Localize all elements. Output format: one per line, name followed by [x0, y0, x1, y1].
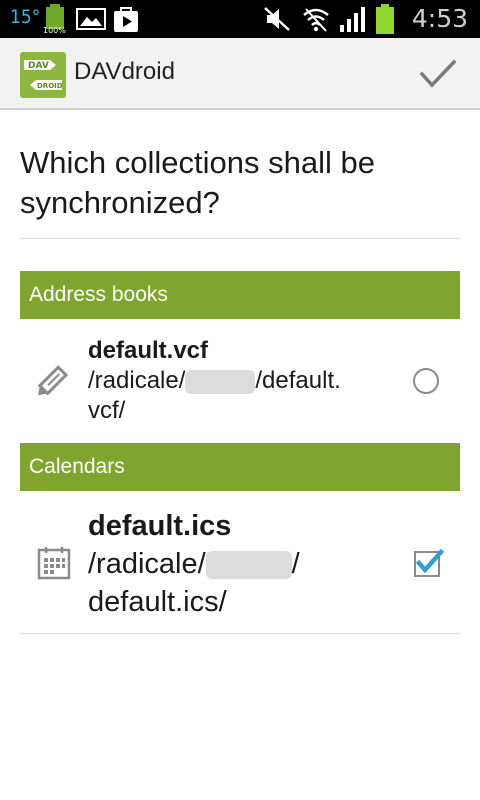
redacted-username — [185, 369, 256, 394]
calendar-icon — [37, 547, 71, 580]
play-store-icon — [114, 7, 138, 32]
gallery-icon — [76, 8, 106, 30]
status-bar: 15° 100% 4:53 — [0, 0, 480, 38]
svg-text:DAV: DAV — [28, 61, 49, 71]
address-book-radio-button[interactable] — [413, 368, 439, 394]
svg-text:DROID: DROID — [37, 82, 63, 90]
weather-temperature: 15° — [10, 6, 41, 28]
section-header-address-books: Address books — [20, 271, 460, 319]
divider — [20, 633, 460, 634]
confirm-checkmark-button[interactable] — [416, 52, 460, 96]
signal-strength-icon — [340, 7, 365, 32]
action-bar: DAV DROID DAVdroid — [0, 38, 480, 110]
calendar-checkbox[interactable] — [414, 548, 444, 577]
battery-widget-percent: 100% — [43, 26, 66, 35]
collection-path: /radicale// — [88, 548, 300, 580]
davdroid-app-icon: DAV DROID — [20, 52, 66, 98]
redacted-username — [205, 551, 292, 580]
collection-item-address-book[interactable]: default.vcf /radicale//default. vcf/ — [20, 322, 460, 432]
collection-title: default.ics — [88, 510, 232, 542]
collection-path: /radicale//default. — [88, 367, 341, 394]
collection-path-line2: vcf/ — [88, 397, 126, 424]
battery-icon — [376, 4, 394, 34]
clock: 4:53 — [411, 4, 468, 33]
address-book-pencil-icon — [37, 365, 69, 396]
mute-icon — [264, 7, 290, 31]
collection-title: default.vcf — [88, 337, 209, 364]
checkmark-icon — [415, 548, 444, 574]
divider — [20, 238, 460, 239]
collection-path-line2: default.ics/ — [88, 586, 227, 618]
page-question: Which collections shall be synchronized? — [20, 145, 375, 220]
section-header-calendars: Calendars — [20, 443, 460, 491]
wifi-icon — [303, 8, 329, 32]
collection-item-calendar[interactable]: default.ics /radicale// default.ics/ — [20, 495, 460, 630]
app-title: DAVdroid — [74, 58, 175, 85]
